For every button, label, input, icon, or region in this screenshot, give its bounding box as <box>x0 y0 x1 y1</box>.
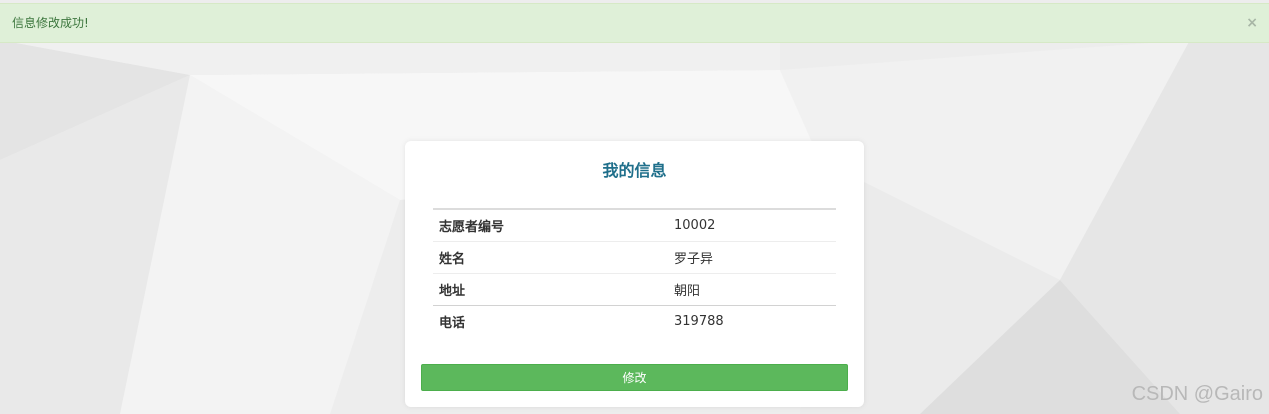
table-row: 电话 319788 <box>433 305 836 337</box>
row-label: 志愿者编号 <box>439 220 505 235</box>
row-value: 319788 <box>668 305 836 337</box>
info-table: 志愿者编号 10002 姓名 罗子异 地址 朝阳 电话 319788 <box>433 208 836 337</box>
row-label: 电话 <box>433 305 668 337</box>
row-value: 10002 <box>674 218 716 233</box>
close-icon[interactable]: × <box>1246 4 1258 42</box>
row-label: 地址 <box>433 273 668 306</box>
alert-message: 信息修改成功! <box>12 16 89 30</box>
page-title: 我的信息 <box>602 161 667 180</box>
edit-button[interactable]: 修改 <box>421 364 848 391</box>
watermark: CSDN @Gairo <box>1131 383 1263 405</box>
my-info-card: 我的信息 志愿者编号 10002 姓名 罗子异 地址 朝阳 电话 319788 … <box>405 141 864 407</box>
row-value: 罗子异 <box>668 241 836 274</box>
table-row: 志愿者编号 10002 <box>433 209 836 242</box>
table-row: 姓名 罗子异 <box>433 241 836 274</box>
row-value: 朝阳 <box>668 273 836 306</box>
success-alert: 信息修改成功! × <box>0 3 1269 43</box>
row-label: 姓名 <box>433 241 668 274</box>
table-row: 地址 朝阳 <box>433 273 836 306</box>
